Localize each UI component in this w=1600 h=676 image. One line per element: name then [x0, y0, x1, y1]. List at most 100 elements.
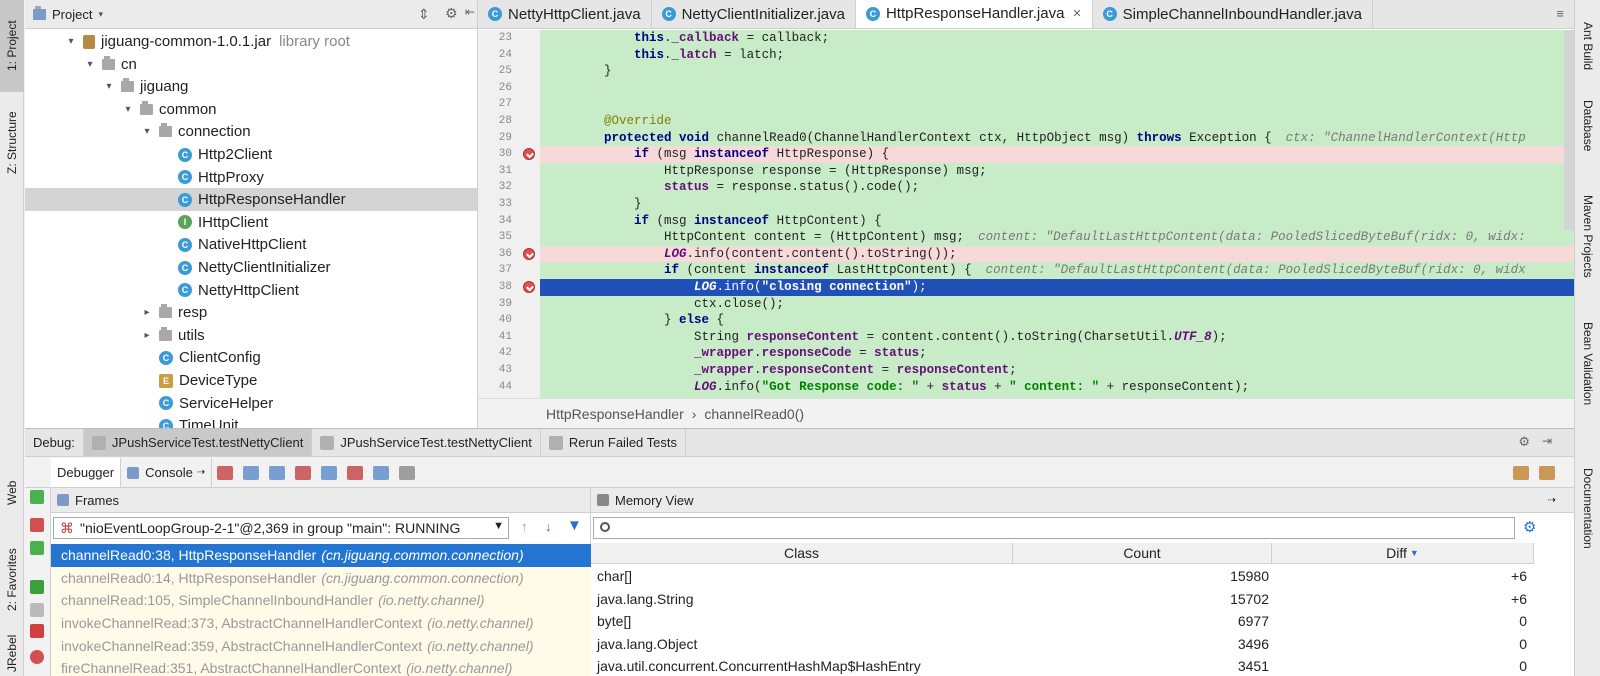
settings-gear-icon[interactable]: ⚙ [445, 5, 458, 22]
diff-column-header[interactable]: Diff ▼ [1272, 543, 1534, 564]
code-line[interactable]: 36 LOG.info(content.content().toString()… [499, 245, 1574, 263]
run-to-cursor-icon[interactable] [373, 465, 390, 480]
debug-session-tab[interactable]: JPushServiceTest.testNettyClient [312, 429, 541, 456]
tree-item[interactable]: C HttpResponseHandler [25, 188, 477, 212]
tree-item[interactable]: C HttpProxy [25, 166, 477, 189]
chevron-right-icon[interactable]: ▸ [141, 307, 153, 318]
editor-tab[interactable]: C NettyHttpClient.java [478, 0, 652, 28]
thread-selector[interactable]: ⌘ "nioEventLoopGroup-2-1"@2,369 in group… [53, 517, 509, 539]
tree-item[interactable]: C ClientConfig [25, 346, 477, 369]
step-over-icon[interactable] [243, 465, 260, 480]
console-subtab[interactable]: Console ⇢ [121, 458, 213, 487]
tree-item[interactable]: C NettyClientInitializer [25, 256, 477, 279]
database-tool-tab[interactable]: Database [1577, 100, 1599, 172]
resume-program-icon[interactable] [30, 580, 44, 594]
code-line[interactable]: 31 HttpResponse response = (HttpResponse… [478, 163, 1574, 180]
rerun-icon[interactable] [30, 490, 44, 504]
chevron-down-icon[interactable]: ▾ [84, 59, 96, 70]
memory-table-row[interactable]: java.lang.Object 3496 0 [591, 633, 1541, 656]
editor-tab[interactable]: C SimpleChannelInboundHandler.java [1093, 0, 1373, 28]
code-line[interactable]: 40 } else { [478, 312, 1574, 329]
frame-up-icon[interactable]: ↑ [521, 519, 528, 534]
memory-search-input[interactable] [593, 517, 1515, 539]
favorites-tool-tab[interactable]: 2: Favorites [0, 535, 24, 625]
project-tool-tab[interactable]: 1: Project [0, 0, 24, 92]
code-editor[interactable]: 23 this._callback = callback; 24 this._la… [478, 30, 1574, 398]
code-line[interactable]: 35 HttpContent content = (HttpContent) m… [478, 229, 1574, 246]
close-icon[interactable]: ✕ [1072, 7, 1081, 20]
tree-item[interactable]: E DeviceType [25, 369, 477, 392]
web-tool-tab[interactable]: Web [0, 468, 24, 518]
tree-item[interactable]: ▾ common [25, 98, 477, 121]
frame-down-icon[interactable]: ↓ [545, 519, 552, 534]
chevron-down-icon[interactable]: ▾ [103, 81, 115, 92]
code-line[interactable]: 27 [478, 96, 1574, 113]
memory-table-row[interactable]: char[] 15980 +6 [591, 565, 1541, 588]
editor-tab[interactable]: C NettyClientInitializer.java [652, 0, 856, 28]
editor-tab[interactable]: C HttpResponseHandler.java ✕ [855, 0, 1093, 28]
code-line[interactable]: 39 ctx.close(); [478, 296, 1574, 313]
debug-session-tab[interactable]: JPushServiceTest.testNettyClient [83, 429, 313, 456]
tree-item[interactable]: ▾ jiguang [25, 75, 477, 98]
code-line[interactable]: 44 LOG.info("Got Response code: " + stat… [478, 379, 1574, 396]
rerun-failed-icon[interactable] [30, 518, 44, 532]
memory-table-row[interactable]: java.lang.String 15702 +6 [591, 588, 1541, 611]
restore-layout-icon[interactable] [1513, 465, 1529, 480]
editor-scrollbar[interactable] [1564, 30, 1574, 230]
code-line[interactable]: 34 if (msg instanceof HttpContent) { [478, 213, 1574, 230]
tree-item[interactable]: I IHttpClient [25, 211, 477, 234]
code-line[interactable]: 29 protected void channelRead0(ChannelHa… [478, 130, 1574, 147]
tree-item[interactable]: ▸ resp [25, 301, 477, 324]
bean-validation-tool-tab[interactable]: Bean Validation [1577, 322, 1599, 432]
memory-table-row[interactable]: byte[] 6977 0 [591, 610, 1541, 633]
count-column-header[interactable]: Count [1013, 543, 1272, 564]
tree-item[interactable]: C ServiceHelper [25, 392, 477, 415]
pause-program-icon[interactable] [30, 603, 44, 617]
class-column-header[interactable]: Class [591, 543, 1013, 564]
stack-frame[interactable]: channelRead0:14, HttpResponseHandler (cn.… [51, 566, 591, 590]
show-execution-point-icon[interactable] [217, 465, 234, 480]
stack-frame[interactable]: invokeChannelRead:373, AbstractChannelHa… [51, 611, 591, 635]
code-line[interactable]: 32 status = response.status().code(); [478, 179, 1574, 196]
memory-settings-icon[interactable]: ⚙ [1523, 518, 1536, 536]
code-line[interactable]: 43 _wrapper.responseContent = responseCo… [478, 362, 1574, 379]
memory-pin-icon[interactable]: ⇢ [1548, 495, 1556, 506]
code-line[interactable]: 26 [478, 80, 1574, 97]
evaluate-expression-icon[interactable] [399, 465, 416, 480]
step-out-icon[interactable] [321, 465, 338, 480]
chevron-down-icon[interactable]: ▾ [141, 126, 153, 137]
stack-frame[interactable]: channelRead:105, SimpleChannelInboundHan… [51, 589, 591, 612]
project-panel-title[interactable]: Project [52, 7, 92, 22]
chevron-down-icon[interactable]: ▾ [122, 104, 134, 115]
collapse-all-icon[interactable]: ⇕ [418, 6, 430, 23]
debugger-subtab[interactable]: Debugger [51, 458, 122, 487]
stack-frame[interactable]: channelRead0:38, HttpResponseHandler (cn.… [51, 544, 591, 567]
hide-panel-icon[interactable]: ⇤ [465, 5, 475, 19]
tree-item[interactable]: C NettyHttpClient [25, 279, 477, 302]
tree-item[interactable]: C Http2Client [25, 143, 477, 166]
debug-settings-icon[interactable]: ⚙ [1518, 434, 1530, 450]
maven-projects-tool-tab[interactable]: Maven Projects [1577, 195, 1599, 305]
current-execution-line[interactable]: 38 LOG.info("closing connection"); [499, 279, 1574, 296]
tree-item[interactable]: ▾ jiguang-common-1.0.1.jar library root [25, 30, 477, 53]
memory-table-row[interactable]: java.util.concurrent.ConcurrentHashMap$H… [591, 655, 1541, 676]
breakpoint-icon[interactable] [523, 281, 535, 293]
filter-icon[interactable]: ▼ [567, 517, 582, 534]
tree-item[interactable]: ▾ cn [25, 53, 477, 76]
stack-frame[interactable]: fireChannelRead:351, AbstractChannelHand… [51, 657, 591, 676]
code-line[interactable]: 41 String responseContent = content.cont… [478, 329, 1574, 346]
project-panel-dropdown-icon[interactable]: ▾ [98, 9, 103, 20]
debug-session-tab[interactable]: Rerun Failed Tests [541, 429, 687, 456]
stack-frame[interactable]: invokeChannelRead:359, AbstractChannelHa… [51, 634, 591, 657]
view-breakpoints-icon[interactable] [30, 650, 44, 664]
code-line[interactable]: 23 this._callback = callback; [478, 30, 1574, 47]
jrebel-tool-tab[interactable]: JRebel [0, 630, 24, 676]
force-step-into-icon[interactable] [295, 465, 312, 480]
documentation-tool-tab[interactable]: Documentation [1577, 468, 1599, 568]
code-line[interactable]: 37 if (content instanceof LastHttpConten… [478, 262, 1574, 279]
code-line[interactable]: 42 _wrapper.responseCode = status; [478, 345, 1574, 362]
chevron-right-icon[interactable]: ▸ [141, 330, 153, 341]
tree-item[interactable]: ▾ connection [25, 120, 477, 143]
code-line[interactable]: 33 } [478, 196, 1574, 213]
step-into-icon[interactable] [269, 465, 286, 480]
